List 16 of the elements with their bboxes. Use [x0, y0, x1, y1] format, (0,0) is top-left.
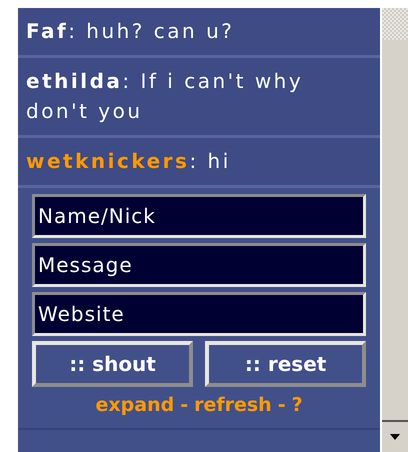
input-field[interactable]: Message: [32, 243, 366, 287]
link[interactable]: ?: [292, 394, 303, 416]
link[interactable]: expand: [96, 394, 174, 416]
chat-message: ethilda: If i can't why don't you: [26, 68, 304, 125]
down-arrow-icon: [389, 433, 402, 441]
form-button[interactable]: :: reset: [205, 341, 366, 387]
form-button[interactable]: :: shout: [32, 341, 194, 387]
scroll-pattern: [382, 8, 408, 40]
input-field[interactable]: Name/Nick: [32, 194, 366, 238]
separator-text: -: [278, 394, 286, 416]
chat-message: wetknickers: hi: [26, 148, 232, 175]
chat-message: Faf: huh? can u?: [26, 18, 236, 45]
input-field[interactable]: Website: [32, 292, 366, 336]
scrollbar[interactable]: [380, 8, 408, 452]
separator-text: -: [180, 394, 188, 416]
link[interactable]: refresh: [194, 394, 272, 416]
